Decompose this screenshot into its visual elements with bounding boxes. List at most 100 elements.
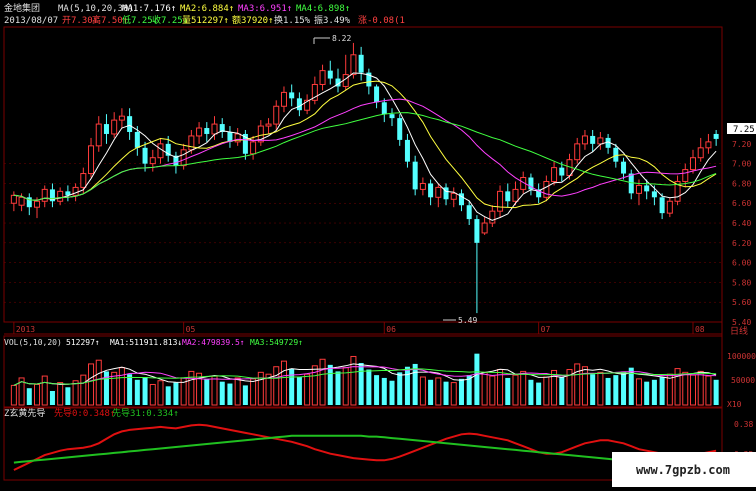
candle-body-down bbox=[381, 102, 387, 115]
volume-bar-up bbox=[635, 378, 642, 406]
ma1-value: MA1:7.176↑ bbox=[122, 4, 176, 14]
ma-line-MA3 bbox=[13, 98, 717, 201]
candle-body-down bbox=[644, 185, 650, 192]
volume-bar-down bbox=[590, 374, 596, 405]
indicator-lines bbox=[13, 423, 717, 471]
volume-bar-up bbox=[34, 383, 41, 406]
candle-body-down bbox=[559, 167, 565, 176]
time-label: 05 bbox=[186, 325, 196, 334]
volume-bar-down bbox=[26, 388, 32, 405]
volume-bar-down bbox=[296, 377, 302, 405]
volume-bar-down bbox=[165, 386, 171, 405]
candle-body-up bbox=[581, 135, 588, 145]
candle-body-down bbox=[651, 191, 657, 198]
vol-ma1-value: MA1:511911.813↓ bbox=[110, 338, 182, 347]
volume-bar-up bbox=[80, 374, 87, 406]
volume-bar-down bbox=[335, 371, 341, 405]
price-tick: 6.80 bbox=[732, 179, 751, 188]
candle-body-down bbox=[296, 98, 302, 111]
candle-body-down bbox=[713, 133, 719, 139]
candle-body-down bbox=[613, 147, 619, 162]
volume-bars[interactable] bbox=[10, 353, 719, 406]
volume-bar-up bbox=[273, 366, 280, 406]
candle-body-up bbox=[705, 141, 712, 149]
volume-bar-up bbox=[95, 359, 102, 406]
price-grid bbox=[4, 163, 722, 323]
candle-body-up bbox=[682, 169, 689, 182]
vol-tick-50000: 50000 bbox=[731, 376, 755, 385]
vol-value: 512297↑ bbox=[66, 338, 100, 347]
candle-body-up bbox=[635, 184, 642, 194]
volume-bar-up bbox=[149, 383, 156, 406]
candle-body-up bbox=[350, 54, 357, 76]
price-tick: 7.20 bbox=[732, 140, 751, 149]
volume-bar-down bbox=[651, 379, 657, 405]
vol-ma2-value: MA2:479839.5↑ bbox=[182, 338, 245, 347]
volume-bar-down bbox=[404, 366, 410, 405]
candle-body-up bbox=[34, 200, 41, 208]
candle-body-up bbox=[80, 173, 87, 188]
candle-body-up bbox=[88, 145, 95, 175]
volume-bar-down bbox=[381, 377, 387, 405]
indicator-line2-value: 先导31:0.334↑ bbox=[112, 407, 179, 419]
volume-bar-down bbox=[713, 379, 719, 405]
high-marker: 8.22 bbox=[332, 34, 351, 43]
current-price-label: 7.25 bbox=[733, 125, 755, 135]
ma-line-MA1 bbox=[13, 72, 717, 221]
volume-bar-down bbox=[389, 380, 395, 405]
candle-body-down bbox=[474, 219, 480, 243]
price-tick: 5.80 bbox=[732, 278, 751, 287]
volume-value: 量512297↑ bbox=[182, 15, 229, 26]
price-tick: 6.20 bbox=[732, 239, 751, 248]
volume-bar-down bbox=[528, 379, 534, 405]
candle-body-up bbox=[149, 157, 156, 165]
candle-body-up bbox=[250, 141, 257, 155]
volume-bar-up bbox=[41, 375, 48, 406]
price-tick: 5.40 bbox=[732, 318, 751, 327]
ma-line-MA4 bbox=[13, 112, 717, 201]
volume-bar-down bbox=[621, 371, 627, 405]
vol-unit-label: X10 bbox=[727, 400, 742, 409]
candle-body-up bbox=[118, 115, 125, 121]
volume-bar-down bbox=[443, 381, 449, 405]
stock-chart-window: 金地集团 MA(5,10,20,30) MA1:7.176↑ MA2:6.884… bbox=[0, 0, 756, 487]
candle-body-down bbox=[412, 161, 418, 190]
candle-body-down bbox=[659, 197, 665, 214]
volume-bar-up bbox=[188, 370, 195, 406]
ma-line-MA2 bbox=[13, 80, 717, 209]
change-value: 涨-0.08(1 bbox=[358, 15, 405, 26]
volume-bar-up bbox=[481, 371, 488, 406]
volume-bar-up bbox=[682, 371, 689, 406]
volume-bar-up bbox=[250, 378, 257, 406]
moving-average-lines bbox=[13, 72, 717, 221]
indicator-name: Z玄黄先导 bbox=[4, 407, 45, 419]
candle-body-up bbox=[489, 210, 496, 224]
candle-body-up bbox=[211, 123, 218, 135]
time-label: 08 bbox=[695, 325, 705, 334]
candle-body-up bbox=[157, 143, 164, 159]
candle-body-down bbox=[628, 173, 634, 194]
volume-bar-down bbox=[536, 382, 542, 405]
volume-bar-up bbox=[265, 373, 272, 406]
low-marker: 5.49 bbox=[458, 316, 477, 325]
volume-bar-down bbox=[397, 372, 403, 405]
time-label: 06 bbox=[386, 325, 396, 334]
volume-bar-down bbox=[204, 378, 210, 405]
volume-bar-up bbox=[512, 374, 519, 406]
candle-body-up bbox=[57, 190, 64, 202]
amount-value: 额37920↑ bbox=[232, 14, 274, 26]
price-tick: 6.40 bbox=[732, 219, 751, 228]
candle-body-up bbox=[196, 127, 203, 137]
volume-bar-up bbox=[574, 363, 581, 406]
candle-body-up bbox=[666, 200, 673, 214]
volume-bar-up bbox=[489, 375, 496, 406]
volume-bar-down bbox=[173, 382, 179, 405]
candle-body-down bbox=[404, 139, 410, 162]
volume-bar-up bbox=[157, 380, 164, 406]
candle-body-down bbox=[466, 205, 472, 220]
vol-tick-100000: 100000 bbox=[727, 352, 756, 361]
volume-bar-up bbox=[211, 375, 218, 406]
kline-chart[interactable]: 金地集团 MA(5,10,20,30) MA1:7.176↑ MA2:6.884… bbox=[0, 0, 756, 487]
volume-bar-up bbox=[111, 371, 118, 406]
volume-bar-down bbox=[65, 387, 71, 405]
